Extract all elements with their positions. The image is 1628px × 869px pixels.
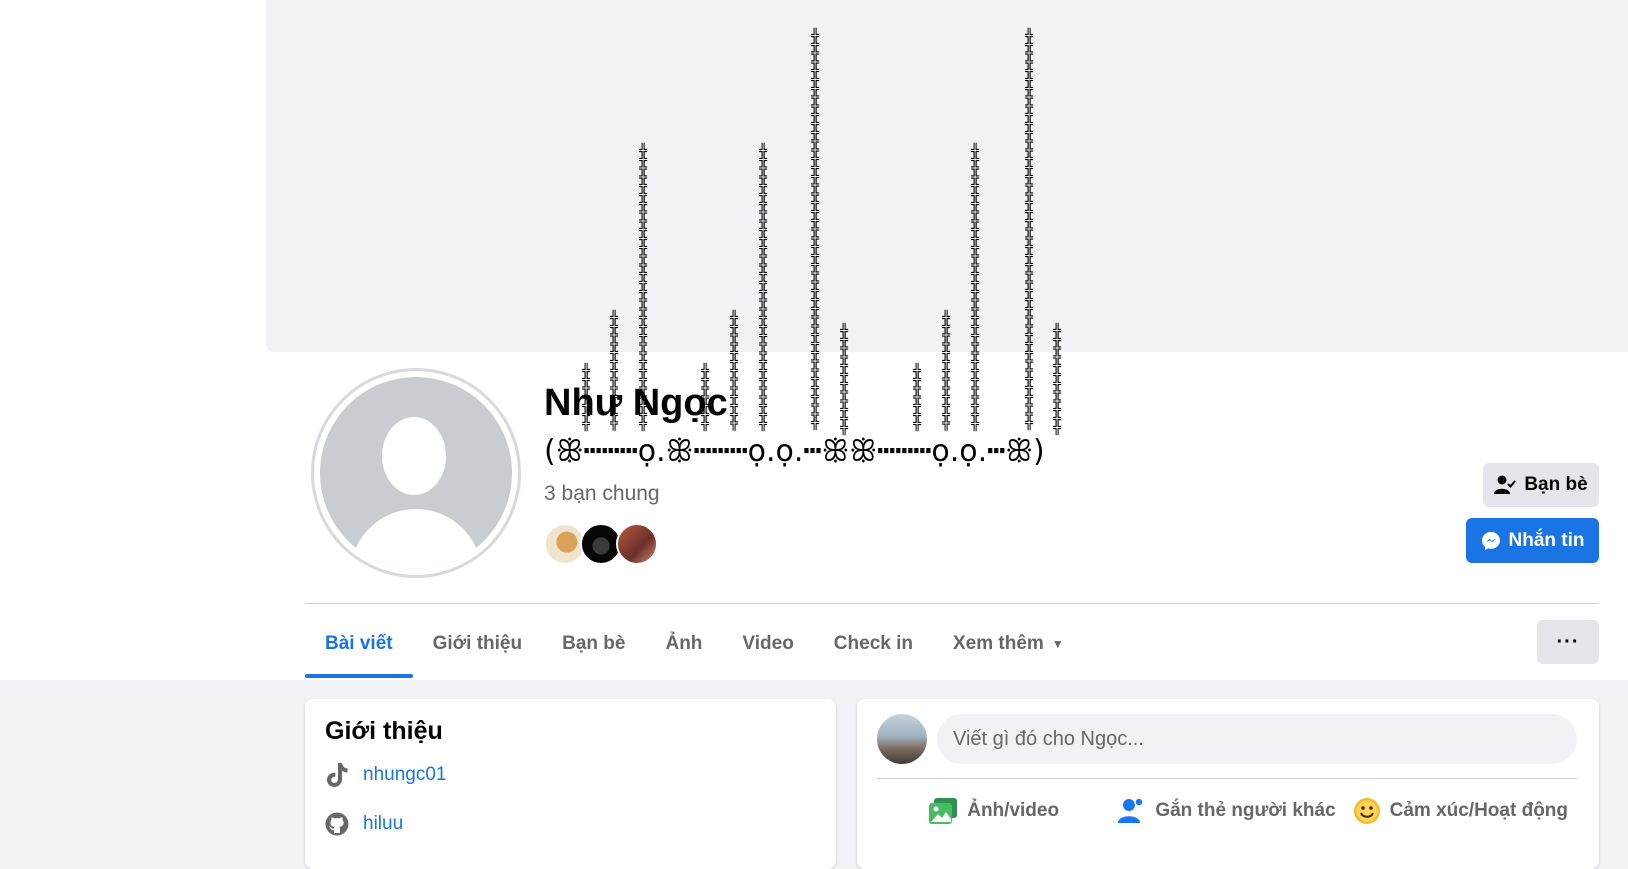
intro-link-row: nhungc01: [325, 762, 446, 788]
intro-link-row: hiluu: [325, 812, 403, 836]
intro-title: Giới thiệu: [325, 717, 443, 745]
post-composer-input[interactable]: Viết gì đó cho Ngọc...: [937, 714, 1577, 764]
message-button[interactable]: Nhắn tin: [1466, 518, 1599, 563]
tab-photos[interactable]: Ảnh: [645, 610, 722, 678]
friends-button[interactable]: Bạn bè: [1483, 463, 1599, 507]
photo-video-icon: [929, 798, 958, 824]
tab-see-more[interactable]: Xem thêm ▼: [933, 610, 1084, 678]
tab-friends[interactable]: Bạn bè: [542, 610, 645, 678]
friends-button-label: Bạn bè: [1524, 474, 1588, 495]
profile-tabs: Bài viết Giới thiệu Bạn bè Ảnh Video Che…: [305, 610, 1084, 678]
tag-people-icon: [1118, 797, 1145, 823]
default-avatar-icon: [320, 377, 512, 569]
tab-label: Video: [742, 633, 794, 654]
github-icon: [325, 812, 349, 836]
tiktok-link[interactable]: nhungc01: [363, 764, 446, 786]
photo-video-button[interactable]: Ảnh/video: [877, 787, 1110, 835]
tag-people-label: Gắn thẻ người khác: [1155, 800, 1336, 821]
message-button-label: Nhắn tin: [1508, 529, 1585, 551]
current-user-avatar[interactable]: [877, 714, 927, 764]
composer-divider: [877, 778, 1577, 779]
composer-actions: Ảnh/video Gắn thẻ người khác Cảm xúc/Hoạ…: [877, 787, 1577, 835]
tab-label: Ảnh: [665, 633, 703, 654]
mutual-friend-avatar[interactable]: [616, 523, 658, 565]
cover-photo[interactable]: [266, 0, 1628, 352]
more-options-button[interactable]: ···: [1537, 620, 1599, 664]
more-options-icon: ···: [1556, 630, 1580, 653]
tab-label: Giới thiệu: [432, 633, 523, 654]
messenger-icon: [1481, 531, 1500, 550]
header-divider: [305, 603, 1599, 604]
tag-people-button[interactable]: Gắn thẻ người khác: [1110, 787, 1343, 835]
tab-posts[interactable]: Bài viết: [305, 610, 413, 678]
feeling-activity-button[interactable]: Cảm xúc/Hoạt động: [1344, 787, 1577, 835]
tiktok-icon: [327, 763, 348, 787]
feeling-activity-label: Cảm xúc/Hoạt động: [1389, 800, 1569, 821]
intro-card: Giới thiệu nhungc01 hiluu: [305, 699, 836, 869]
friend-check-icon: [1494, 475, 1517, 494]
tab-about[interactable]: Giới thiệu: [413, 610, 543, 678]
feeling-icon: [1353, 798, 1380, 824]
mutual-friends-count[interactable]: 3 bạn chung: [544, 482, 660, 506]
github-link[interactable]: hiluu: [363, 813, 403, 835]
tab-label: Bài viết: [325, 633, 393, 654]
tab-checkin[interactable]: Check in: [814, 610, 933, 678]
tab-label: Xem thêm: [953, 633, 1044, 654]
profile-avatar[interactable]: [311, 368, 521, 578]
tab-label: Check in: [833, 633, 913, 654]
dropdown-caret-icon: ▼: [1051, 637, 1064, 651]
profile-name: Như Ngọc: [544, 382, 728, 424]
tab-label: Bạn bè: [562, 633, 626, 654]
post-composer-card: Viết gì đó cho Ngọc... Ảnh/video Gắn thẻ…: [857, 699, 1599, 869]
profile-name-decoration: (ꕥ┅┅┅ọ.ꕥ┅┅┅ọ.ọ.┅ꕥꕥ┅┅┅ọ.ọ.┅ꕥ): [544, 434, 1045, 469]
tab-video[interactable]: Video: [722, 610, 813, 678]
photo-video-label: Ảnh/video: [967, 800, 1060, 821]
